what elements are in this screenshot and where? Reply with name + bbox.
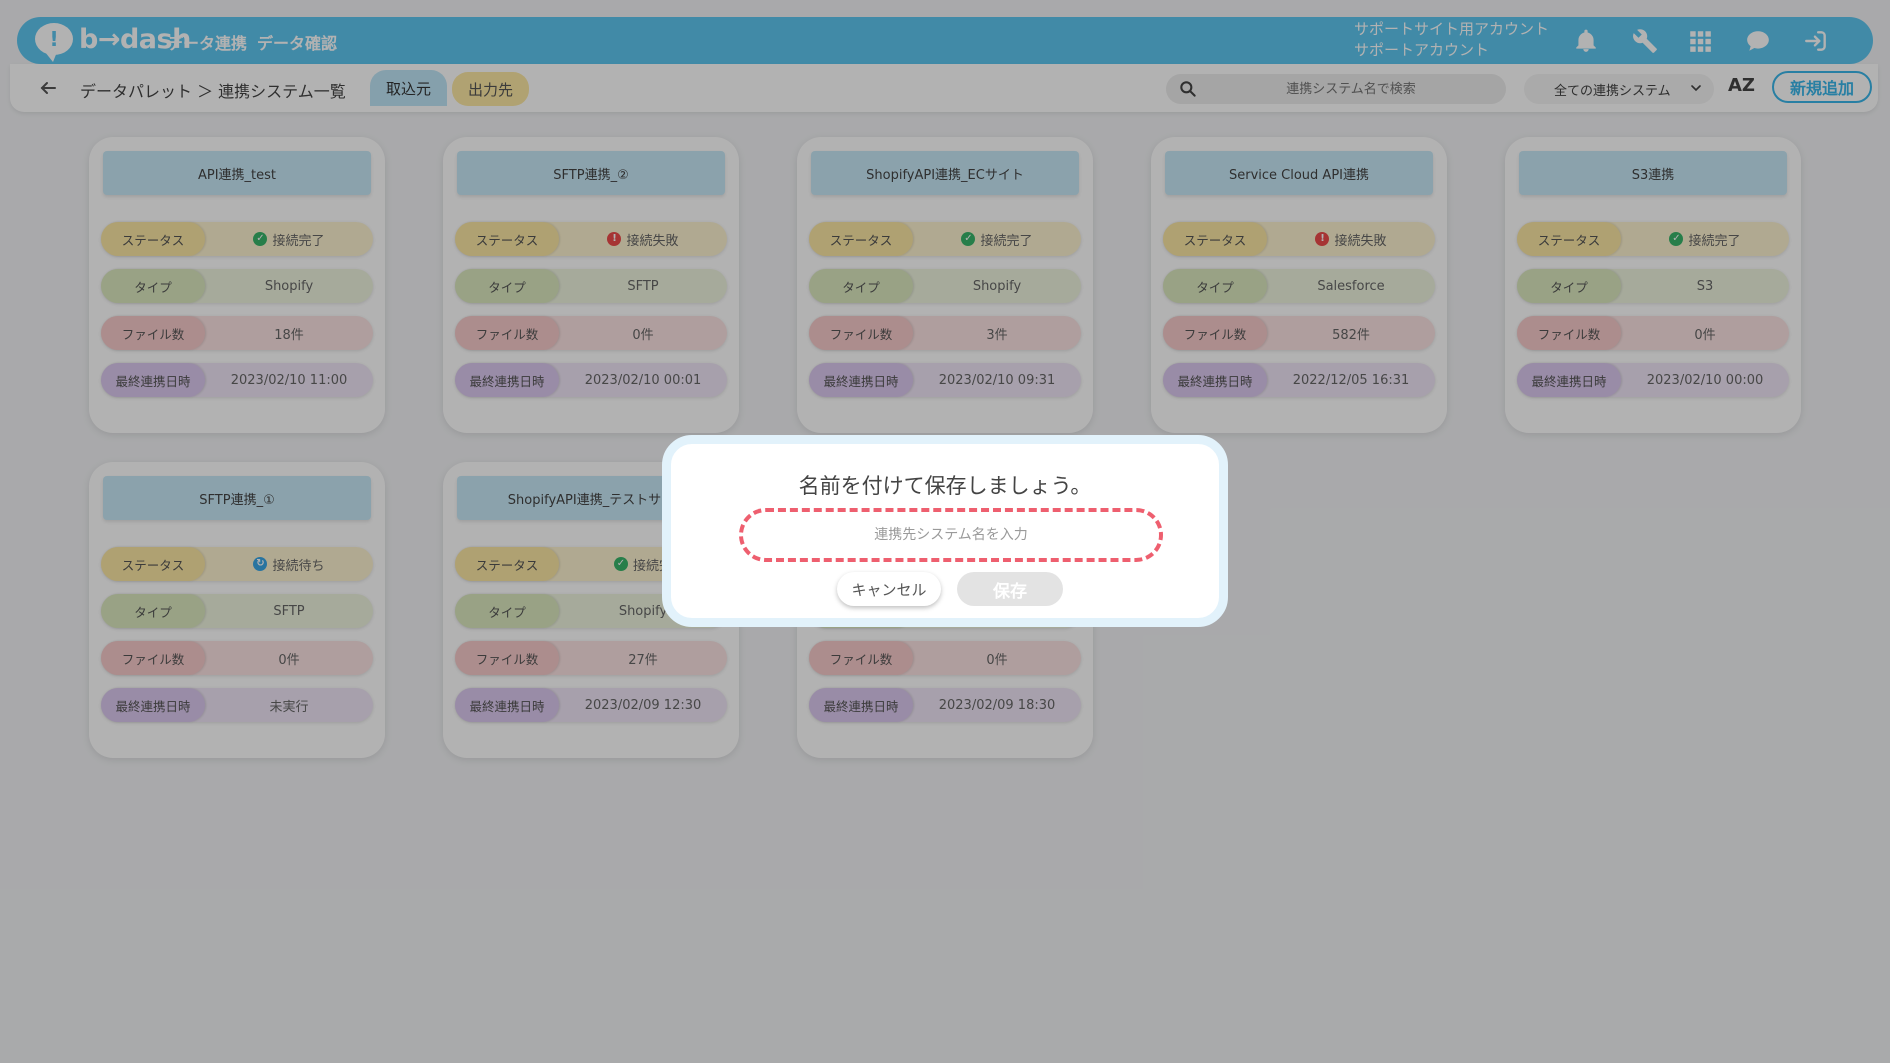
save-button[interactable]: 保存: [957, 572, 1063, 606]
save-name-dialog: 名前を付けて保存しましょう。 キャンセル 保存: [662, 435, 1228, 627]
cancel-button[interactable]: キャンセル: [837, 572, 941, 606]
dialog-title: 名前を付けて保存しましょう。: [798, 474, 1092, 498]
system-name-input[interactable]: [739, 508, 1163, 562]
